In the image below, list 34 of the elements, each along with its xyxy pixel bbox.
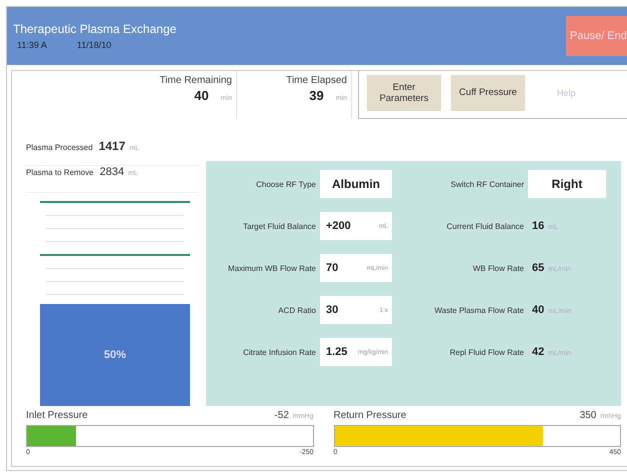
reading-value: 65 (532, 262, 544, 274)
tab-button[interactable]: Cuff Pressure (451, 75, 525, 111)
field-label: Repl Fluid Flow Rate (448, 348, 524, 356)
field-label: Maximum WB Flow Rate (226, 264, 316, 272)
field-label: Current Fluid Balance (446, 222, 524, 230)
tab-button[interactable]: Enter Parameters (367, 75, 441, 111)
reservoir-fill: 50% (40, 304, 190, 406)
pressure-label: Inlet Pressure (26, 410, 88, 421)
volume-label: Plasma to Remove (26, 168, 94, 177)
current-date: 11/18/10 (76, 40, 112, 50)
field-label: Citrate Infusion Rate (242, 348, 316, 356)
field-label: WB Flow Rate (472, 264, 524, 272)
pressure-value: -52 (274, 410, 289, 421)
reading-value: 42 (532, 346, 544, 358)
volume-value: 2834 (100, 166, 124, 178)
reading-value: 40 (532, 304, 544, 316)
app-title: Therapeutic Plasma Exchange (13, 22, 176, 36)
pressure-label: Return Pressure (334, 410, 406, 421)
timer-value: 40 (194, 88, 209, 103)
reading-value: 16 (532, 220, 544, 232)
field-label: ACD Ratio (277, 306, 316, 314)
timer-value: 39 (309, 88, 324, 103)
timer-label: Time Elapsed (286, 75, 347, 86)
timer-label: Time Remaining (160, 75, 232, 86)
select-field[interactable]: Right (528, 170, 606, 198)
field-label: Target Fluid Balance (242, 222, 316, 230)
select-field[interactable]: Albumin (320, 170, 392, 198)
pressure-value: 350 (580, 410, 596, 421)
field-label: Choose RF Type (255, 180, 316, 188)
volume-value: 1417 (98, 139, 126, 153)
clock-time: 11:39 A (17, 40, 47, 50)
field-label: Switch RF Container (450, 180, 524, 188)
volume-label: Plasma Processed (26, 143, 93, 152)
field-label: Waste Plasma Flow Rate (433, 306, 524, 314)
